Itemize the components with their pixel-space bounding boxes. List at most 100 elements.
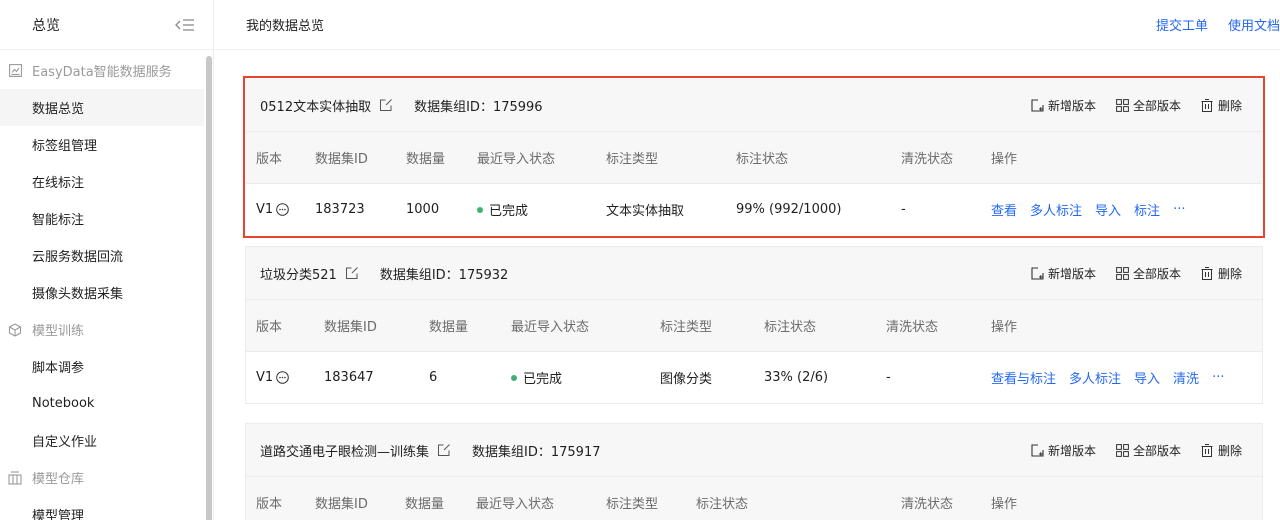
sidebar-group-label: 模型训练: [32, 324, 85, 339]
delete-button[interactable]: 删除: [1201, 97, 1242, 114]
multi-label-link[interactable]: 多人标注: [1069, 368, 1121, 387]
col-dataset-id: 数据集ID: [315, 152, 368, 167]
sidebar-scrollbar[interactable]: [206, 56, 212, 520]
add-version-icon: [1031, 266, 1045, 280]
version-cell: V1: [256, 352, 290, 403]
card-header: 垃圾分类521 数据集组ID：175932 新增版本 全部版本 删除: [246, 247, 1262, 299]
status-dot: [477, 206, 483, 213]
col-clean-status: 清洗状态: [901, 497, 954, 512]
add-version-label: 新增版本: [1047, 98, 1096, 113]
edit-icon[interactable]: [379, 97, 395, 113]
card-header: 0512文本实体抽取 数据集组ID：175996 新增版本 全部版本 删除: [246, 79, 1262, 131]
card-actions: 新增版本 全部版本 删除: [1031, 442, 1242, 459]
table-row: V1 183647 6 已完成 图像分类 33% (2/6) - 查看与标注 多…: [246, 351, 1262, 403]
dataset-group-card: 0512文本实体抽取 数据集组ID：175996 新增版本 全部版本 删除 版本…: [243, 76, 1265, 238]
col-version: 版本: [256, 152, 283, 167]
delete-button[interactable]: 删除: [1201, 265, 1242, 282]
sidebar-item-label-groups[interactable]: 标签组管理: [0, 126, 204, 163]
sidebar-item-online-labeling[interactable]: 在线标注: [0, 163, 204, 200]
add-version-label: 新增版本: [1047, 443, 1096, 458]
multi-label-link[interactable]: 多人标注: [1030, 200, 1082, 219]
add-version-label: 新增版本: [1047, 266, 1096, 281]
edit-icon[interactable]: [345, 265, 361, 281]
sidebar-group-model-repo: 模型仓库: [0, 459, 204, 496]
more-circle-icon[interactable]: [276, 371, 290, 385]
import-link[interactable]: 导入: [1095, 200, 1121, 219]
dataset-group-card: 垃圾分类521 数据集组ID：175932 新增版本 全部版本 删除 版本 数据…: [245, 246, 1263, 404]
col-clean-status: 清洗状态: [901, 152, 954, 167]
sidebar-item-notebook[interactable]: Notebook: [0, 385, 204, 422]
dataset-group-name: 0512文本实体抽取: [260, 99, 372, 115]
version-label: V1: [256, 370, 274, 385]
dataset-group-card: 道路交通电子眼检测—训练集 数据集组ID：175917 新增版本 全部版本 删除…: [245, 423, 1263, 520]
col-import-status: 最近导入状态: [511, 320, 590, 335]
col-count: 数据量: [429, 320, 469, 335]
import-status-cell: 已完成: [511, 352, 562, 403]
sidebar-item-model-management[interactable]: 模型管理: [0, 496, 204, 520]
add-version-icon: [1031, 443, 1045, 457]
import-status-label: 已完成: [489, 204, 529, 219]
all-versions-button[interactable]: 全部版本: [1116, 265, 1181, 282]
chart-icon: [8, 64, 22, 78]
top-links: 提交工单 使用文档: [1156, 15, 1280, 34]
sidebar-item-custom-job[interactable]: 自定义作业: [0, 422, 204, 459]
count-cell: 6: [429, 370, 438, 385]
sidebar-group-model-training: 模型训练: [0, 311, 204, 348]
label-type-cell: 图像分类: [660, 372, 713, 387]
count-cell: 1000: [406, 202, 440, 217]
col-dataset-id: 数据集ID: [315, 497, 368, 512]
view-and-label-link[interactable]: 查看与标注: [991, 368, 1056, 387]
grid-icon: [1116, 443, 1130, 457]
clean-link[interactable]: 清洗: [1173, 368, 1199, 387]
add-version-button[interactable]: 新增版本: [1031, 442, 1096, 459]
add-version-button[interactable]: 新增版本: [1031, 97, 1096, 114]
sidebar-item-cloud-backflow[interactable]: 云服务数据回流: [0, 237, 204, 274]
docs-link[interactable]: 使用文档: [1228, 15, 1280, 34]
more-circle-icon[interactable]: [276, 203, 290, 217]
sidebar-item-camera-collection[interactable]: 摄像头数据采集: [0, 274, 204, 311]
sidebar-item-label: 脚本调参: [32, 361, 85, 376]
trash-icon: [1201, 266, 1215, 280]
view-link[interactable]: 查看: [991, 200, 1017, 219]
collapse-menu-icon[interactable]: [175, 17, 197, 33]
import-status-label: 已完成: [523, 372, 563, 387]
more-ops-link[interactable]: ···: [1212, 370, 1224, 385]
all-versions-button[interactable]: 全部版本: [1116, 97, 1181, 114]
warehouse-icon: [8, 470, 22, 485]
sidebar-item-label: 模型管理: [32, 509, 85, 520]
all-versions-label: 全部版本: [1132, 98, 1181, 113]
dataset-id-cell: 183647: [324, 370, 374, 385]
col-label-status: 标注状态: [696, 497, 749, 512]
more-ops-link[interactable]: ···: [1173, 202, 1185, 217]
table-header-row: 版本 数据集ID 数据量 最近导入状态 标注类型 标注状态 清洗状态 操作: [246, 476, 1262, 520]
label-link[interactable]: 标注: [1134, 200, 1160, 219]
sidebar-item-label: 云服务数据回流: [32, 250, 124, 265]
edit-icon[interactable]: [437, 442, 453, 458]
col-clean-status: 清洗状态: [886, 320, 939, 335]
col-import-status: 最近导入状态: [477, 152, 556, 167]
sidebar-group-label: EasyData智能数据服务: [32, 65, 172, 80]
delete-button[interactable]: 删除: [1201, 442, 1242, 459]
add-version-button[interactable]: 新增版本: [1031, 265, 1096, 282]
sidebar-item-label: 智能标注: [32, 213, 85, 228]
clean-status-cell: -: [886, 370, 891, 385]
grid-icon: [1116, 266, 1130, 280]
sidebar-item-script-tuning[interactable]: 脚本调参: [0, 348, 204, 385]
sidebar: 总览 EasyData智能数据服务 数据总览 标签组管理 在线标注 智能标注 云…: [0, 0, 214, 520]
all-versions-label: 全部版本: [1132, 443, 1181, 458]
trash-icon: [1201, 98, 1215, 112]
col-label-type: 标注类型: [606, 152, 659, 167]
version-cell: V1: [256, 184, 290, 235]
sidebar-item-data-overview[interactable]: 数据总览: [0, 89, 204, 126]
dataset-group-id: 数据集组ID：175917: [472, 444, 601, 460]
sidebar-group-label: 模型仓库: [32, 472, 85, 487]
sidebar-menu: EasyData智能数据服务 数据总览 标签组管理 在线标注 智能标注 云服务数…: [0, 52, 204, 520]
import-link[interactable]: 导入: [1134, 368, 1160, 387]
dataset-group-id: 数据集组ID：175932: [379, 267, 509, 283]
sidebar-item-label: 标签组管理: [32, 139, 98, 154]
sidebar-item-smart-labeling[interactable]: 智能标注: [0, 200, 204, 237]
dataset-group-name: 垃圾分类521: [260, 267, 337, 283]
card-header: 道路交通电子眼检测—训练集 数据集组ID：175917 新增版本 全部版本 删除: [246, 424, 1262, 476]
submit-ticket-link[interactable]: 提交工单: [1156, 15, 1208, 34]
all-versions-button[interactable]: 全部版本: [1116, 442, 1181, 459]
